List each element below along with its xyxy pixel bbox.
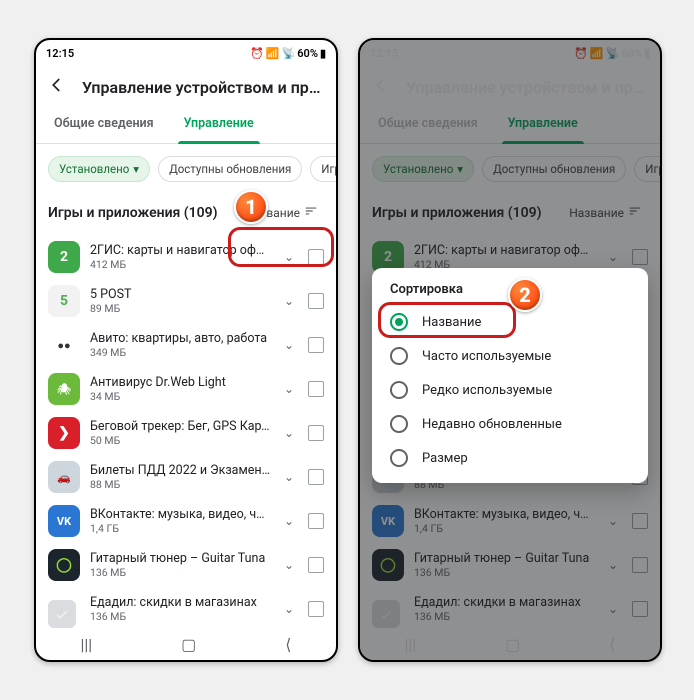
chevron-down-icon[interactable]: ⌄ [280, 514, 298, 528]
app-icon: 5 [48, 285, 80, 317]
tab-manage[interactable]: Управление [178, 106, 260, 143]
chip-updates[interactable]: Доступны обновления [158, 156, 302, 182]
app-info: 5 POST89 МБ [90, 287, 270, 315]
sort-option-size[interactable]: Размер [380, 441, 640, 475]
app-icon: ❯ [48, 417, 80, 449]
app-info: ВКонтакте: музыка, видео, чаты1,4 ГБ [90, 507, 270, 535]
signal-icon: 📡 [282, 47, 296, 60]
app-size: 50 МБ [90, 434, 270, 447]
app-info: Едадил: скидки в магазинах136 МБ [90, 595, 270, 623]
battery-text: 60% [297, 47, 318, 60]
app-icon: 🕷 [48, 373, 80, 405]
app-icon: ◯ [48, 549, 80, 581]
highlight-sort-option [378, 302, 516, 338]
highlight-sort-button [228, 227, 334, 267]
chevron-down-icon[interactable]: ⌄ [280, 558, 298, 572]
phone-screenshot-right: 12:15 ⏰ 📶 📡 60% ▮ Управление устройством… [358, 38, 662, 662]
app-size: 89 МБ [90, 302, 270, 315]
battery-icon: ▮ [320, 47, 326, 60]
app-size: 1,4 ГБ [90, 522, 270, 535]
chevron-down-icon[interactable]: ⌄ [280, 470, 298, 484]
phone-screenshot-left: 12:15 ⏰ 📶 📡 60% ▮ Управление устройством… [34, 38, 338, 662]
app-info: Беговой трекер: Бег, GPS Карта,…50 МБ [90, 419, 270, 447]
app-name: Беговой трекер: Бег, GPS Карта,… [90, 419, 270, 434]
app-size: 88 МБ [90, 478, 270, 491]
app-info: Авито: квартиры, авто, работа349 МБ [90, 331, 270, 359]
chevron-down-icon[interactable]: ⌄ [280, 294, 298, 308]
tabs: Общие сведения Управление [36, 106, 336, 144]
app-header: Управление устройством и прилож… [36, 66, 336, 106]
checkbox[interactable] [308, 557, 324, 573]
checkbox[interactable] [308, 469, 324, 485]
app-icon: ●● [48, 329, 80, 361]
recents-icon[interactable]: ||| [80, 635, 92, 654]
alarm-icon: ⏰ [250, 47, 264, 60]
chevron-down-icon[interactable]: ⌄ [280, 338, 298, 352]
app-row[interactable]: 🐸Едадил: скидки в магазинах136 МБ⌄ [36, 587, 336, 631]
wifi-icon: 📶 [266, 47, 280, 60]
checkbox[interactable] [308, 293, 324, 309]
callout-badge-1: 1 [234, 190, 268, 224]
sort-icon [304, 204, 318, 221]
app-size: 349 МБ [90, 346, 270, 359]
chip-games[interactable]: Игр [310, 156, 336, 182]
checkbox[interactable] [308, 381, 324, 397]
sort-option-frequent[interactable]: Часто используемые [380, 339, 640, 373]
app-name: Едадил: скидки в магазинах [90, 595, 270, 610]
sort-option-updated[interactable]: Недавно обновленные [380, 407, 640, 441]
status-icons: ⏰ 📶 📡 60% ▮ [250, 47, 326, 60]
app-row[interactable]: 🕷 Антивирус Dr.Web Light34 МБ ⌄ [36, 367, 336, 411]
nav-bar: ||| ▢ ⟨ [36, 632, 336, 656]
chevron-down-icon[interactable]: ⌄ [280, 382, 298, 396]
checkbox[interactable] [308, 513, 324, 529]
sort-option-rare[interactable]: Редко используемые [380, 373, 640, 407]
home-icon[interactable]: ▢ [181, 635, 196, 654]
select-all-button[interactable] [48, 600, 76, 628]
app-icon: 🚗 [48, 461, 80, 493]
app-name: Авито: квартиры, авто, работа [90, 331, 270, 346]
app-info: Билеты ПДД 2022 и Экзамен ПДД88 МБ [90, 463, 270, 491]
tab-overview[interactable]: Общие сведения [48, 106, 160, 143]
app-name: 5 POST [90, 287, 270, 302]
app-row[interactable]: ●● Авито: квартиры, авто, работа349 МБ ⌄ [36, 323, 336, 367]
radio-icon [390, 347, 408, 365]
app-size: 136 МБ [90, 610, 270, 623]
app-row[interactable]: 5 5 POST89 МБ ⌄ [36, 279, 336, 323]
checkbox[interactable] [308, 337, 324, 353]
app-row[interactable]: ◯ Гитарный тюнер – Guitar Tuna136 МБ ⌄ [36, 543, 336, 587]
app-info: Гитарный тюнер – Guitar Tuna136 МБ [90, 551, 270, 579]
app-size: 136 МБ [90, 566, 270, 579]
app-icon: VK [48, 505, 80, 537]
page-title: Управление устройством и прилож… [82, 78, 324, 97]
back-icon[interactable] [48, 76, 66, 98]
app-row[interactable]: ❯ Беговой трекер: Бег, GPS Карта,…50 МБ ⌄ [36, 411, 336, 455]
app-info: Антивирус Dr.Web Light34 МБ [90, 375, 270, 403]
app-row[interactable]: 🚗 Билеты ПДД 2022 и Экзамен ПДД88 МБ ⌄ [36, 455, 336, 499]
chevron-down-icon[interactable]: ⌄ [280, 602, 298, 616]
clock: 12:15 [46, 47, 74, 60]
checkbox[interactable] [308, 425, 324, 441]
radio-icon [390, 449, 408, 467]
radio-icon [390, 415, 408, 433]
chevron-down-icon[interactable]: ⌄ [280, 426, 298, 440]
app-size: 34 МБ [90, 390, 270, 403]
app-icon: 2 [48, 241, 80, 273]
dropdown-icon: ▾ [133, 162, 139, 176]
status-bar: 12:15 ⏰ 📶 📡 60% ▮ [36, 40, 336, 66]
checkbox[interactable] [308, 601, 324, 617]
app-name: ВКонтакте: музыка, видео, чаты [90, 507, 270, 522]
app-list: 22ГИС: карты и навигатор офлайн412 МБ⌄55… [36, 235, 336, 631]
chip-installed[interactable]: Установлено ▾ [48, 156, 150, 182]
back-nav-icon[interactable]: ⟨ [285, 635, 291, 654]
radio-icon [390, 381, 408, 399]
callout-badge-2: 2 [508, 278, 542, 312]
app-name: Гитарный тюнер – Guitar Tuna [90, 551, 270, 566]
filter-chips: Установлено ▾ Доступны обновления Игр [36, 144, 336, 192]
section-title: Игры и приложения (109) [48, 205, 218, 221]
app-name: Билеты ПДД 2022 и Экзамен ПДД [90, 463, 270, 478]
app-name: Антивирус Dr.Web Light [90, 375, 270, 390]
app-row[interactable]: VK ВКонтакте: музыка, видео, чаты1,4 ГБ ⌄ [36, 499, 336, 543]
